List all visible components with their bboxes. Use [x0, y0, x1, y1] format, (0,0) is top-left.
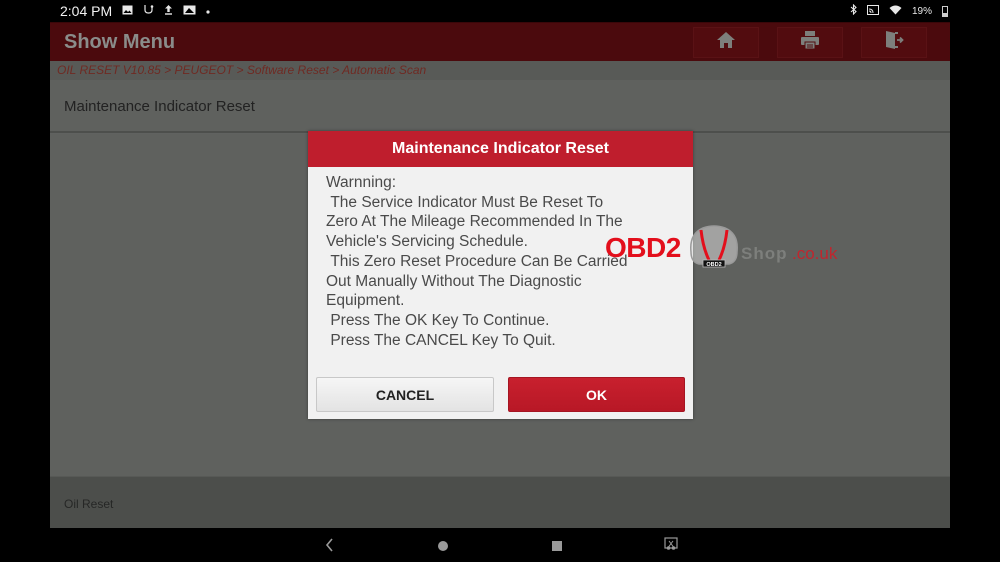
status-bar: 2:04 PM 19% [0, 0, 1000, 22]
maintenance-reset-dialog: Maintenance Indicator Reset Warnning: Th… [308, 131, 693, 419]
wifi-icon [889, 5, 902, 18]
dialog-message: Warnning: The Service Indicator Must Be … [326, 174, 628, 349]
footer-bar: Oil Reset [50, 476, 950, 528]
cast-icon [866, 4, 879, 18]
section-header: Maintenance Indicator Reset [50, 80, 950, 133]
bluetooth-icon [850, 3, 857, 18]
back-button[interactable] [320, 536, 340, 556]
printer-icon [799, 29, 821, 56]
status-time: 2:04 PM [60, 3, 113, 19]
dot-icon [206, 6, 210, 18]
notification-icons [122, 4, 210, 19]
back-icon [325, 535, 335, 558]
screenshot-button[interactable] [661, 536, 681, 556]
dialog-title: Maintenance Indicator Reset [392, 140, 609, 157]
upload-icon [164, 4, 173, 19]
exit-button[interactable] [861, 27, 927, 58]
breadcrumb-text: OIL RESET V10.85 > PEUGEOT > Software Re… [57, 63, 427, 77]
battery-percent: 19% [911, 5, 932, 17]
usb-icon [143, 4, 154, 19]
home-icon [715, 29, 737, 56]
battery-icon [942, 5, 948, 17]
app-header: Show Menu [50, 22, 950, 61]
cancel-button[interactable]: CANCEL [316, 377, 494, 412]
home-circle-button[interactable] [433, 536, 453, 556]
recent-apps-button[interactable] [547, 536, 567, 556]
android-nav-bar [0, 528, 1000, 562]
home-button[interactable] [693, 27, 759, 58]
print-button[interactable] [777, 27, 843, 58]
breadcrumb: OIL RESET V10.85 > PEUGEOT > Software Re… [50, 61, 950, 80]
section-title: Maintenance Indicator Reset [64, 98, 255, 115]
exit-icon [883, 29, 905, 56]
footer-text: Oil Reset [64, 497, 114, 511]
system-icons: 19% [850, 3, 948, 18]
screenshot-icon [664, 536, 678, 556]
ok-button[interactable]: OK [508, 377, 685, 412]
dialog-header: Maintenance Indicator Reset [308, 131, 693, 167]
photo-icon [183, 5, 196, 19]
image-icon [122, 5, 133, 19]
page-title: Show Menu [64, 31, 176, 53]
